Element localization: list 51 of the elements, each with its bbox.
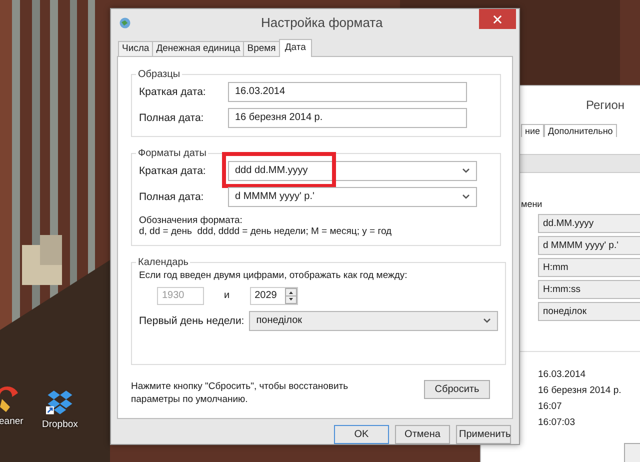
field-label: Краткая дата:	[139, 86, 207, 98]
format-combobox[interactable]: d MMMM yyyy' р.'	[228, 186, 477, 207]
tab[interactable]: Денежная единица	[152, 40, 244, 56]
spin-arrows-icon[interactable]	[284, 288, 297, 304]
dialog-button[interactable]: Применить	[456, 425, 511, 444]
chevron-icon	[462, 168, 470, 174]
example-value: 16.03.2014	[538, 368, 586, 381]
globe-icon	[118, 16, 132, 30]
field-label: Первый день недели:	[139, 314, 246, 327]
chevron-icon	[462, 194, 470, 200]
brush-icon[interactable]	[0, 385, 20, 413]
reset-note: Нажмите кнопку "Сбросить", чтобы восстановить параметры по умолчанию.	[131, 380, 350, 406]
example-value: 16:07	[538, 400, 562, 413]
first-day-dropdown[interactable]: понеділок	[249, 310, 498, 331]
tab[interactable]: Дополнительно	[544, 124, 617, 137]
conjunction-label: и	[224, 290, 230, 302]
group-label: мени	[521, 199, 542, 209]
field-label: Краткая дата:	[139, 164, 207, 177]
field-label: Полная дата:	[139, 190, 205, 203]
tab[interactable]: ние	[521, 124, 544, 137]
format-dropdown[interactable]: H:mm:ss	[538, 280, 640, 299]
chevron-icon	[483, 318, 492, 324]
dialog-button[interactable]: Отмена	[395, 425, 450, 444]
group-title: Календарь	[137, 256, 190, 268]
sample-field: 16 березня 2014 р.	[228, 108, 467, 128]
icon-label[interactable]: Dropbox	[42, 419, 78, 430]
tab[interactable]: Время	[243, 40, 280, 56]
legend-text: d, dd = день ddd, dddd = день недели; M = месяц; y = год	[139, 226, 393, 237]
year-spinbox[interactable]: 2029	[250, 286, 298, 305]
window-title: Настройка формата	[261, 15, 383, 30]
reset-button[interactable]: Сбросить	[424, 380, 490, 399]
format-combobox[interactable]: ddd dd.MM.yyyy	[228, 160, 477, 181]
instruction-text: Если год введен двумя цифрами, отображать как год между:	[139, 270, 408, 281]
close-icon	[493, 14, 502, 24]
format-dropdown[interactable]: понеділок	[538, 302, 640, 321]
field-label: Полная дата:	[139, 112, 205, 124]
group-title: Форматы даты	[137, 148, 208, 159]
tab[interactable]: Дата	[278, 38, 312, 57]
format-dropdown[interactable]: d MMMM yyyy' р.'	[538, 236, 640, 255]
tab[interactable]: Числа	[118, 40, 154, 56]
group-title: Образцы	[137, 68, 182, 80]
example-value: 16:07:03	[538, 416, 575, 429]
box-icon[interactable]	[46, 388, 74, 416]
format-dropdown[interactable]: dd.MM.yyyy	[538, 214, 640, 233]
dialog-button[interactable]: OK	[334, 425, 389, 444]
sample-field: 16.03.2014	[228, 82, 467, 102]
legend-title: Обозначения формата:	[139, 214, 244, 226]
close-button[interactable]	[479, 9, 516, 29]
format-dropdown[interactable]: H:mm	[538, 258, 640, 277]
window-title: Регион	[586, 98, 625, 112]
example-value: 16 березня 2014 р.	[538, 384, 622, 397]
